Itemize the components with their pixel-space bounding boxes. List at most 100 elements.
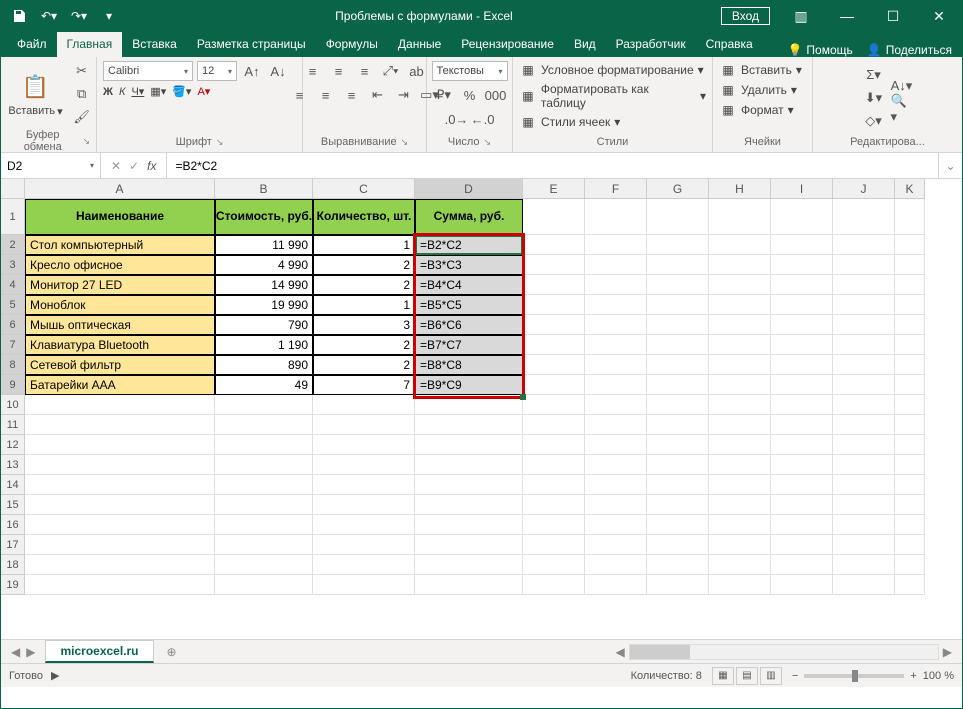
row-header[interactable]: 18	[1, 555, 25, 575]
cell[interactable]	[709, 375, 771, 395]
ribbon-display-icon[interactable]: ▥	[778, 1, 824, 31]
maximize-icon[interactable]: ☐	[870, 1, 916, 31]
font-size-combo[interactable]: 12▾	[197, 61, 237, 81]
formula-cell[interactable]: =B2*C2	[415, 235, 523, 255]
cell[interactable]	[647, 395, 709, 415]
row-header[interactable]: 13	[1, 455, 25, 475]
cell[interactable]	[25, 455, 215, 475]
cell[interactable]	[523, 575, 585, 595]
increase-font-icon[interactable]: A↑	[241, 61, 263, 81]
cost-cell[interactable]: 790	[215, 315, 313, 335]
cell[interactable]	[833, 435, 895, 455]
row-header[interactable]: 1	[1, 199, 25, 235]
cancel-formula-icon[interactable]: ✕	[111, 159, 121, 173]
worksheet-grid[interactable]: ABCDEFGHIJK 1234567891011121314151617181…	[1, 179, 962, 639]
cell[interactable]	[215, 395, 313, 415]
cell[interactable]	[895, 555, 925, 575]
cell[interactable]	[709, 199, 771, 235]
cell[interactable]	[709, 255, 771, 275]
qty-cell[interactable]: 3	[313, 315, 415, 335]
cell[interactable]	[647, 315, 709, 335]
cell[interactable]	[313, 555, 415, 575]
cell[interactable]	[771, 435, 833, 455]
cell[interactable]	[647, 275, 709, 295]
row-header[interactable]: 10	[1, 395, 25, 415]
cell[interactable]	[895, 199, 925, 235]
dialog-launcher-icon[interactable]: ↘	[216, 137, 224, 148]
header-cell[interactable]: Стоимость, руб.	[215, 199, 313, 235]
cell[interactable]	[895, 275, 925, 295]
row-header[interactable]: 9	[1, 375, 25, 395]
formula-cell[interactable]: =B5*C5	[415, 295, 523, 315]
format-painter-icon[interactable]: 🖌	[71, 107, 93, 127]
tab-formulas[interactable]: Формулы	[316, 32, 388, 57]
cell[interactable]	[215, 415, 313, 435]
cell[interactable]	[585, 535, 647, 555]
cell[interactable]	[771, 355, 833, 375]
cell[interactable]	[585, 255, 647, 275]
cell[interactable]	[771, 335, 833, 355]
macro-record-icon[interactable]: ▶	[51, 669, 59, 682]
currency-icon[interactable]: ₽▾	[433, 85, 455, 105]
horizontal-scrollbar[interactable]: ◀ ▶	[184, 644, 962, 660]
qty-cell[interactable]: 2	[313, 255, 415, 275]
cell[interactable]	[895, 415, 925, 435]
page-break-view-icon[interactable]: ▥	[760, 667, 782, 685]
cell[interactable]	[833, 535, 895, 555]
cell[interactable]	[25, 535, 215, 555]
dialog-launcher-icon[interactable]: ↘	[401, 137, 409, 148]
cell[interactable]	[771, 515, 833, 535]
zoom-out-icon[interactable]: −	[792, 670, 798, 682]
cell[interactable]	[709, 235, 771, 255]
cell[interactable]	[25, 415, 215, 435]
redo-icon[interactable]: ↷▾	[65, 2, 93, 30]
decrease-indent-icon[interactable]: ⇤	[367, 85, 389, 105]
cell[interactable]	[25, 395, 215, 415]
name-cell[interactable]: Мышь оптическая	[25, 315, 215, 335]
column-header-K[interactable]: K	[895, 179, 925, 199]
cell[interactable]	[215, 555, 313, 575]
cell[interactable]	[415, 455, 523, 475]
align-right-icon[interactable]: ≡	[341, 85, 363, 105]
cell[interactable]	[833, 295, 895, 315]
cell[interactable]	[709, 515, 771, 535]
cell[interactable]	[585, 199, 647, 235]
cell[interactable]	[215, 475, 313, 495]
cell[interactable]	[771, 295, 833, 315]
enter-formula-icon[interactable]: ✓	[129, 159, 139, 173]
column-header-G[interactable]: G	[647, 179, 709, 199]
row-header[interactable]: 3	[1, 255, 25, 275]
cell[interactable]	[523, 555, 585, 575]
cell[interactable]	[771, 235, 833, 255]
header-cell[interactable]: Наименование	[25, 199, 215, 235]
cell[interactable]	[647, 295, 709, 315]
cell[interactable]	[313, 455, 415, 475]
page-layout-view-icon[interactable]: ▤	[736, 667, 758, 685]
cell[interactable]	[313, 575, 415, 595]
formula-cell[interactable]: =B7*C7	[415, 335, 523, 355]
cell[interactable]	[771, 535, 833, 555]
cell[interactable]	[833, 455, 895, 475]
qty-cell[interactable]: 2	[313, 275, 415, 295]
cell[interactable]	[585, 235, 647, 255]
cell[interactable]	[709, 275, 771, 295]
delete-cells-button[interactable]: ▦Удалить ▾	[719, 81, 797, 99]
cell[interactable]	[523, 415, 585, 435]
cell[interactable]	[25, 475, 215, 495]
formula-cell[interactable]: =B9*C9	[415, 375, 523, 395]
formula-input[interactable]: =B2*C2	[167, 159, 938, 173]
zoom-in-icon[interactable]: +	[910, 670, 916, 682]
cell[interactable]	[313, 495, 415, 515]
cell[interactable]	[25, 515, 215, 535]
align-bottom-icon[interactable]: ≡	[354, 61, 376, 81]
cell[interactable]	[709, 555, 771, 575]
qty-cell[interactable]: 2	[313, 335, 415, 355]
cell[interactable]	[415, 575, 523, 595]
row-header[interactable]: 5	[1, 295, 25, 315]
italic-button[interactable]: К	[119, 86, 125, 98]
header-cell[interactable]: Сумма, руб.	[415, 199, 523, 235]
cell[interactable]	[523, 455, 585, 475]
select-all-button[interactable]	[1, 179, 25, 199]
cell[interactable]	[415, 495, 523, 515]
row-header[interactable]: 4	[1, 275, 25, 295]
